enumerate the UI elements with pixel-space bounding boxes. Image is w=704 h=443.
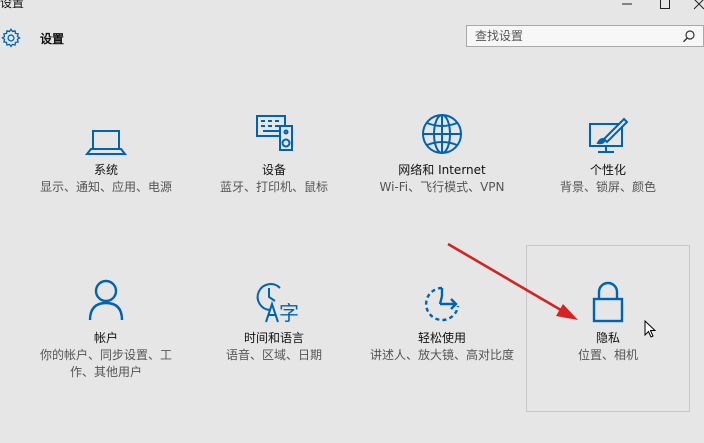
tile-label: 系统 [93, 163, 118, 177]
tile-description: 位置、相机 [577, 348, 638, 362]
gear-icon [1, 28, 21, 48]
tile-network[interactable]: 网络和 Internet Wi-Fi、飞行模式、VPN [360, 100, 524, 266]
tile-label: 轻松使用 [417, 331, 466, 345]
tile-description: 语音、区域、日期 [225, 348, 322, 362]
tile-time-language[interactable]: 字 时间和语言 语音、区域、日期 [192, 268, 356, 434]
search-input[interactable] [467, 26, 680, 46]
tile-description: 显示、通知、应用、电源 [39, 180, 172, 194]
page-title: 设置 [40, 31, 65, 46]
globe-icon [422, 114, 462, 154]
tile-system[interactable]: 系统 显示、通知、应用、电源 [24, 100, 188, 266]
tile-devices[interactable]: 设备 蓝牙、打印机、鼠标 [192, 100, 356, 266]
tile-label: 网络和 Internet [398, 163, 486, 177]
ease-of-access-icon [425, 286, 460, 322]
tile-description: 背景、锁屏、颜色 [559, 180, 656, 194]
tile-privacy[interactable]: 隐私 位置、相机 [526, 245, 690, 412]
tile-description: Wi-Fi、飞行模式、VPN [379, 180, 505, 194]
tile-accounts[interactable]: 帐户 你的帐户、同步设置、工作、其他用户 [24, 268, 188, 434]
maximize-button[interactable] [648, 0, 682, 12]
search-icon[interactable] [680, 27, 698, 45]
search-box[interactable] [466, 25, 704, 47]
lock-icon [592, 281, 624, 323]
tile-description: 蓝牙、打印机、鼠标 [219, 180, 328, 194]
close-button[interactable] [682, 0, 704, 12]
tile-label: 帐户 [93, 331, 118, 345]
tile-label: 隐私 [595, 331, 620, 345]
maximize-icon [660, 0, 670, 9]
tile-description: 讲述人、放大镜、高对比度 [369, 348, 514, 362]
close-icon [693, 0, 704, 10]
mouse-cursor-icon [644, 320, 657, 338]
tile-description: 你的帐户、同步设置、工作、其他用户 [39, 348, 172, 379]
settings-header: 设置 [0, 26, 64, 50]
tile-label: 时间和语言 [243, 331, 304, 345]
window-title: 设置 [0, 0, 25, 10]
person-icon [88, 279, 124, 321]
time-language-icon: 字 [256, 283, 298, 325]
devices-icon [256, 115, 293, 151]
minimize-icon [622, 3, 632, 5]
tile-label: 设备 [261, 163, 286, 177]
tile-ease-of-access[interactable]: 轻松使用 讲述人、放大镜、高对比度 [360, 268, 524, 434]
laptop-icon [84, 130, 128, 155]
svg-text:字: 字 [279, 301, 298, 325]
tile-personalization[interactable]: 个性化 背景、锁屏、颜色 [526, 100, 690, 266]
minimize-button[interactable] [610, 0, 644, 12]
personalization-icon [589, 117, 629, 153]
tile-label: 个性化 [589, 163, 626, 177]
